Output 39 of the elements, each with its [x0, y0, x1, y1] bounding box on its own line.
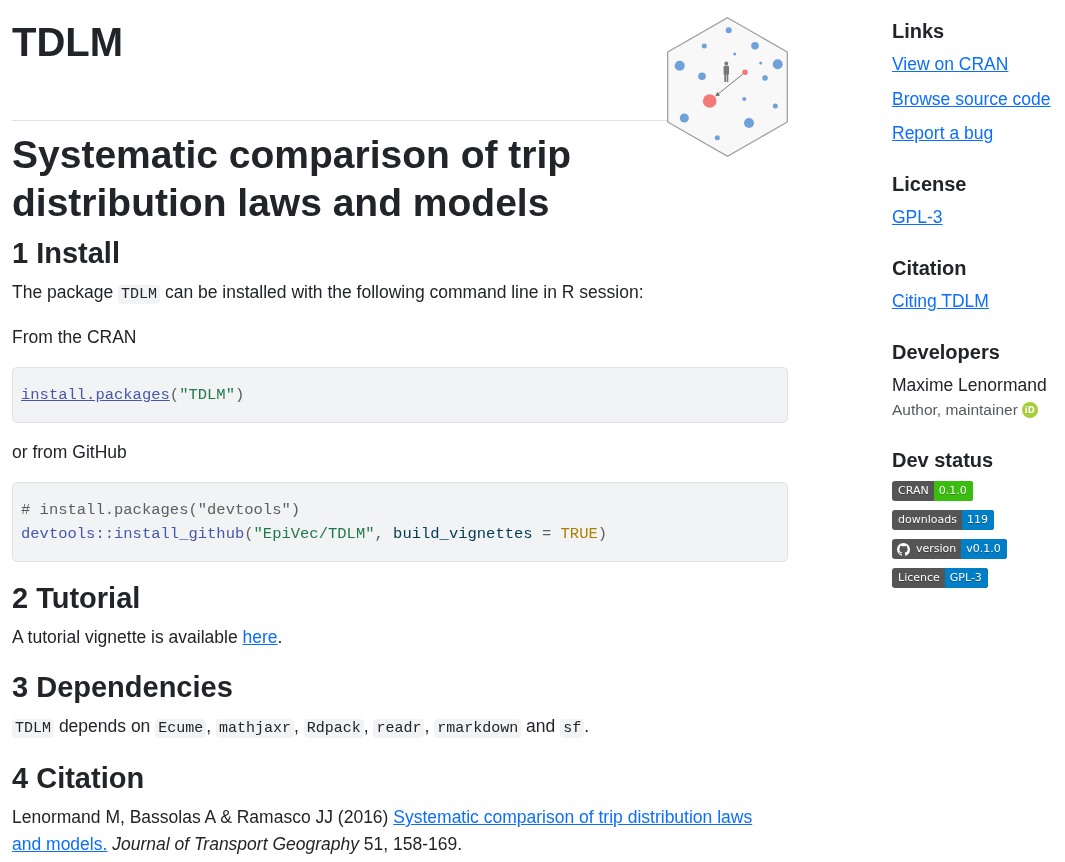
sidebar-link[interactable]: Browse source code	[892, 86, 1051, 111]
developer-role: Author, maintainer	[892, 400, 1018, 420]
sidebar-link[interactable]: GPL-3	[892, 205, 943, 229]
paragraph: The package TDLM can be installed with the following command line in R session:	[12, 281, 645, 306]
link[interactable]: and models.	[12, 831, 108, 858]
article-title: Systematic comparison of trip distribution laws and models	[12, 132, 573, 226]
badge-value: 0.1.0	[933, 481, 973, 501]
paragraph: or from GitHub	[12, 441, 128, 464]
section-heading: 2 Tutorial	[12, 581, 141, 616]
code-link[interactable]: install.packages	[21, 386, 170, 404]
paragraph: From the CRAN	[12, 326, 138, 349]
sidebar-heading: License	[892, 172, 967, 196]
status-badge[interactable]: version v0.1.0	[892, 539, 1007, 559]
sidebar-heading: Dev status	[892, 448, 994, 472]
paragraph: Lenormand M, Bassolas A & Ramasco JJ (2016) Systematic comparison of trip distribution laws and models. Journal of Transport Geography 51, 158-169.	[12, 804, 788, 858]
section-heading: 3 Dependencies	[12, 670, 233, 705]
badge-value: 119	[961, 510, 994, 530]
section-heading: 1 Install	[12, 236, 120, 271]
code-line: # install.packages("devtools")	[21, 500, 301, 521]
link[interactable]: here	[242, 624, 278, 651]
paragraph: TDLM depends on Ecume , mathjaxr , Rdpack , readr , rmarkdown and sf .	[12, 713, 788, 742]
sidebar-heading: Citation	[892, 256, 967, 280]
sidebar-heading: Links	[892, 19, 945, 43]
link[interactable]: Systematic comparison of trip distribution laws	[393, 804, 753, 831]
status-badge[interactable]: downloads 119	[892, 510, 994, 530]
developer-name: Maxime Lenormand	[892, 374, 1047, 397]
paragraph: A tutorial vignette is available here.	[12, 624, 788, 651]
badge-value: GPL-3	[944, 568, 988, 588]
section-heading: 4 Citation	[12, 761, 145, 796]
badge-value: v0.1.0	[961, 539, 1007, 559]
code-line: install.packages("TDLM")	[21, 385, 245, 406]
status-badge[interactable]: CRAN 0.1.0	[892, 481, 973, 501]
sidebar-link[interactable]: Citing TDLM	[892, 289, 989, 313]
status-badge[interactable]: Licence GPL-3	[892, 568, 988, 588]
sidebar-heading: Developers	[892, 340, 1000, 364]
sidebar-link[interactable]: Report a bug	[892, 121, 994, 145]
sidebar-link[interactable]: View on CRAN	[892, 52, 1009, 76]
code-line: devtools::install_github("EpiVec/TDLM", build_vignettes = TRUE)	[21, 524, 608, 545]
package-title: TDLM	[12, 19, 124, 66]
